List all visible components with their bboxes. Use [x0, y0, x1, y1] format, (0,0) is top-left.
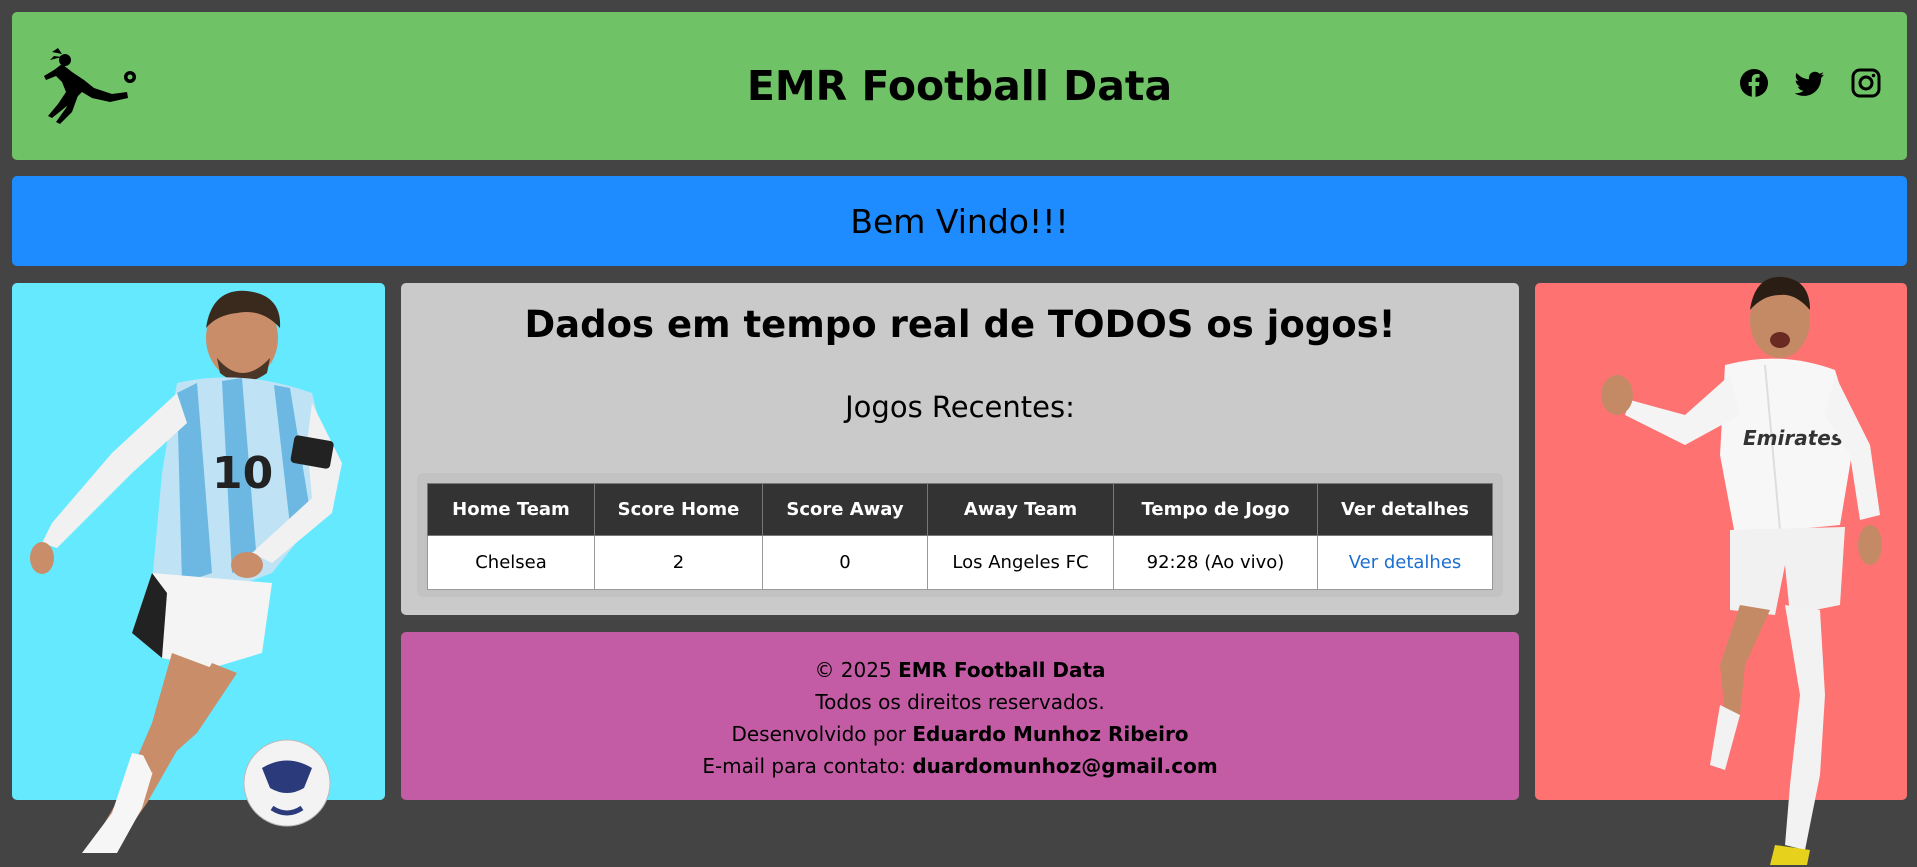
footer-rights: Todos os direitos reservados. — [815, 690, 1105, 714]
away-team-cell: Los Angeles FC — [927, 535, 1114, 590]
site-footer: © 2025 EMR Football Data Todos os direit… — [401, 632, 1519, 800]
score-away-cell: 0 — [762, 535, 928, 590]
facebook-icon[interactable] — [1739, 68, 1769, 98]
details-cell: Ver detalhes — [1317, 535, 1493, 590]
welcome-banner: Bem Vindo!!! — [12, 176, 1907, 266]
column-header-away-team: Away Team — [927, 483, 1114, 536]
recent-games-heading: Jogos Recentes: — [845, 390, 1075, 424]
instagram-icon[interactable] — [1851, 68, 1881, 98]
contact-email[interactable]: duardomunhoz@gmail.com — [912, 754, 1217, 778]
home-team-cell: Chelsea — [427, 535, 595, 590]
footer-email-line: E-mail para contato: duardomunhoz@gmail.… — [401, 750, 1519, 782]
email-prefix: E-mail para contato: — [702, 754, 906, 778]
developer-name: Eduardo Munhoz Ribeiro — [912, 722, 1189, 746]
svg-text:10: 10 — [212, 448, 273, 499]
footer-copyright-line: © 2025 EMR Football Data — [401, 654, 1519, 686]
right-player-panel: Emirates — [1535, 276, 1907, 865]
games-table-container: Home Team Score Home Score Away Away Tea… — [417, 473, 1503, 597]
main-heading: Dados em tempo real de TODOS os jogos! — [524, 303, 1396, 346]
column-header-tempo: Tempo de Jogo — [1113, 483, 1318, 536]
football-ball-icon — [243, 739, 331, 827]
developer-prefix: Desenvolvido por — [731, 722, 907, 746]
score-home-cell: 2 — [594, 535, 763, 590]
footer-developer-line: Desenvolvido por Eduardo Munhoz Ribeiro — [401, 718, 1519, 750]
games-table: Home Team Score Home Score Away Away Tea… — [427, 483, 1493, 590]
copyright-text: © 2025 — [814, 658, 892, 682]
ver-detalhes-link[interactable]: Ver detalhes — [1349, 552, 1462, 573]
ronaldo-player-image: Emirates — [1601, 276, 1882, 865]
twitter-icon[interactable] — [1795, 68, 1825, 98]
left-player-panel: 10 — [12, 283, 385, 853]
column-header-ver-detalhes: Ver detalhes — [1317, 483, 1493, 536]
social-links — [1739, 68, 1881, 98]
column-header-home-team: Home Team — [427, 483, 595, 536]
footer-brand: EMR Football Data — [898, 658, 1106, 682]
column-header-score-away: Score Away — [762, 483, 928, 536]
football-player-logo-icon[interactable] — [32, 42, 142, 132]
table-row: Chelsea 2 0 Los Angeles FC 92:28 (Ao viv… — [427, 535, 1493, 590]
site-header: EMR Football Data — [12, 12, 1907, 160]
svg-text:Emirates: Emirates — [1743, 426, 1843, 450]
live-games-card: Dados em tempo real de TODOS os jogos! J… — [401, 283, 1519, 615]
column-header-score-home: Score Home — [594, 483, 763, 536]
site-title: EMR Football Data — [746, 62, 1173, 110]
game-time-cell: 92:28 (Ao vivo) — [1113, 535, 1318, 590]
table-header-row: Home Team Score Home Score Away Away Tea… — [427, 483, 1493, 536]
